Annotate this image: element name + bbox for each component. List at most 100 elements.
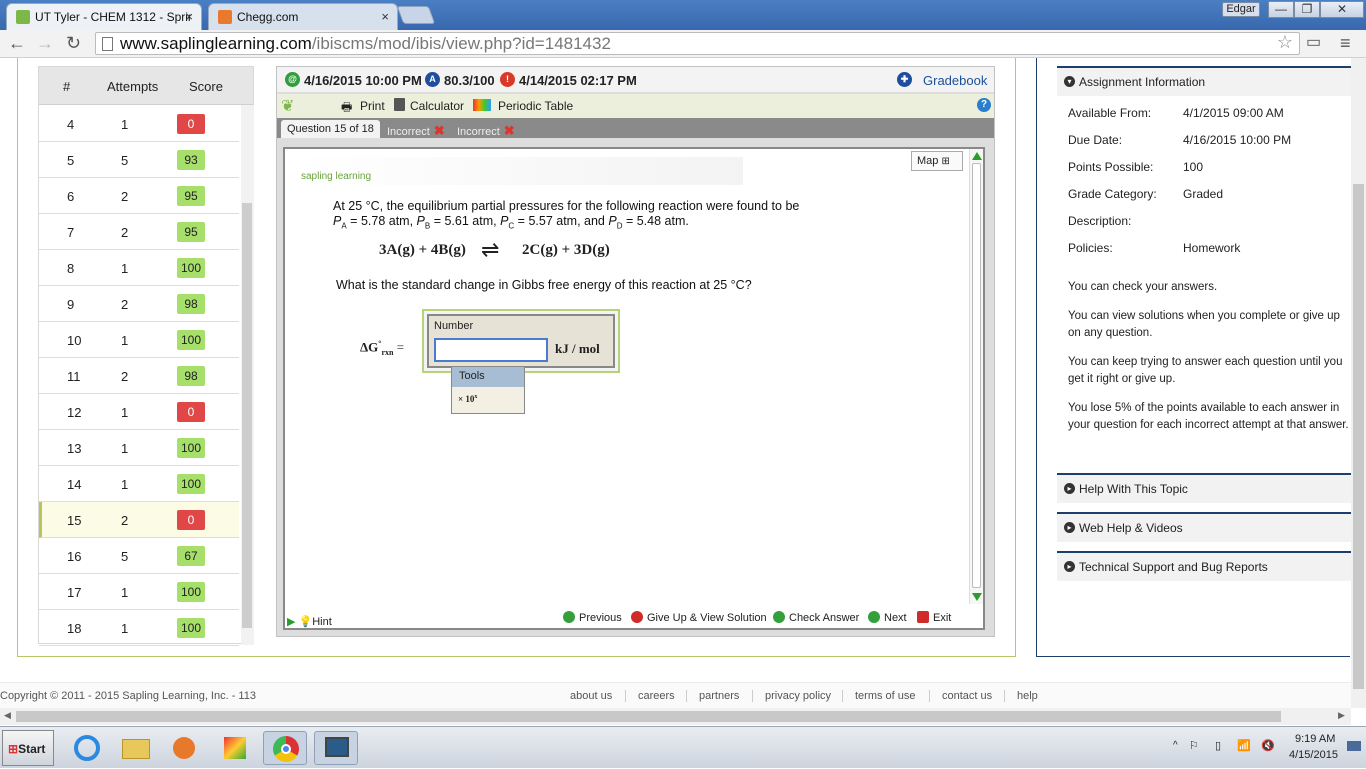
score-badge: 100 [177, 438, 205, 458]
score-row[interactable]: 15 2 0 [39, 502, 239, 538]
menu-icon[interactable]: ≡ [1340, 34, 1351, 52]
new-tab-button[interactable] [396, 6, 436, 24]
network-icon[interactable]: 📶 [1237, 739, 1251, 752]
help-icon[interactable]: ? [977, 98, 991, 112]
question-scrollbar[interactable] [969, 149, 983, 604]
cast-icon[interactable]: ▭ [1306, 34, 1321, 52]
close-window-button[interactable]: ✕ [1320, 1, 1364, 18]
score-row[interactable]: 17 1 100 [39, 574, 239, 610]
chrome-icon[interactable] [263, 731, 307, 765]
clock-time[interactable]: 9:19 AM [1295, 733, 1335, 745]
page-icon [102, 37, 113, 51]
close-tab-icon[interactable]: × [381, 9, 389, 24]
score-row[interactable]: 11 2 98 [39, 358, 239, 394]
browser-tab-bar: UT Tyler - CHEM 1312 - Sprir × Chegg.com… [0, 0, 1366, 30]
minimize-button[interactable]: — [1268, 1, 1294, 18]
web-help-section[interactable]: ▸ Web Help & Videos [1057, 512, 1351, 542]
giveup-button[interactable]: Give Up & View Solution [631, 611, 767, 624]
start-button[interactable]: ⊞Start [2, 730, 54, 766]
footer-link-partners[interactable]: partners [686, 690, 751, 702]
question-number: 14 [67, 477, 82, 492]
score-row[interactable]: 18 1 100 [39, 610, 239, 646]
reload-icon[interactable]: ↻ [66, 34, 81, 52]
footer-link-contact[interactable]: contact us [929, 690, 1004, 702]
next-button[interactable]: Next [868, 611, 907, 624]
scroll-thumb[interactable] [1353, 184, 1364, 689]
periodic-table-button[interactable]: Periodic Table [498, 99, 573, 113]
file-explorer-icon[interactable] [114, 731, 158, 765]
tab-ut-tyler[interactable]: UT Tyler - CHEM 1312 - Sprir × [6, 3, 202, 30]
exit-button[interactable]: Exit [917, 611, 951, 624]
gradebook-link[interactable]: Gradebook [923, 73, 987, 88]
help-topic-section[interactable]: ▸ Help With This Topic [1057, 473, 1351, 503]
score-row[interactable]: 10 1 100 [39, 322, 239, 358]
clock-date[interactable]: 4/15/2015 [1289, 749, 1338, 761]
media-player-icon[interactable] [162, 731, 206, 765]
gradebook-icon[interactable]: ✚ [897, 72, 912, 87]
scroll-thumb[interactable] [972, 163, 981, 588]
score-row[interactable]: 7 2 95 [39, 214, 239, 250]
calculator-button[interactable]: Calculator [410, 99, 464, 113]
play-icon: ▶ [287, 616, 296, 628]
print-button[interactable]: Print [360, 99, 385, 113]
score-row[interactable]: 13 1 100 [39, 430, 239, 466]
tab-attempt-2[interactable]: Incorrect ✖ [451, 120, 521, 138]
score-row[interactable]: 12 1 0 [39, 394, 239, 430]
volume-icon[interactable]: 🔇 [1261, 739, 1275, 752]
score-row[interactable]: 9 2 98 [39, 286, 239, 322]
close-tab-icon[interactable]: × [185, 9, 193, 24]
page-vertical-scrollbar[interactable] [1351, 58, 1366, 708]
show-desktop-icon[interactable] [1347, 741, 1361, 751]
score-row[interactable]: 8 1 100 [39, 250, 239, 286]
tech-support-section[interactable]: ▸ Technical Support and Bug Reports [1057, 551, 1351, 581]
back-arrow-icon[interactable]: ← [8, 34, 26, 52]
score-row[interactable]: 16 5 67 [39, 538, 239, 574]
forward-arrow-icon[interactable]: → [36, 34, 54, 52]
question-number: 11 [67, 369, 81, 384]
hint-button[interactable]: ▶ 💡Hint [287, 615, 332, 628]
scroll-down-icon[interactable] [972, 593, 982, 601]
scroll-up-icon[interactable] [972, 152, 982, 160]
battery-icon[interactable]: ▯ [1215, 739, 1221, 752]
footer-link-terms[interactable]: terms of use [842, 690, 928, 702]
score-row[interactable]: 4 1 0 [39, 106, 239, 142]
tab-current-question[interactable]: Question 15 of 18 [281, 120, 380, 138]
paint-icon[interactable] [214, 731, 258, 765]
footer-link-careers[interactable]: careers [625, 690, 687, 702]
answer-input[interactable] [434, 338, 548, 362]
check-answer-button[interactable]: Check Answer [773, 611, 859, 624]
score-row[interactable]: 5 5 93 [39, 142, 239, 178]
tools-box[interactable]: Tools × 10x [451, 366, 525, 414]
assignment-info-header[interactable]: ▾ Assignment Information [1057, 66, 1351, 96]
scroll-left-icon[interactable]: ◀ [4, 710, 11, 721]
page-horizontal-scrollbar[interactable]: ◀ ▶ [0, 708, 1351, 725]
tab-attempt-1[interactable]: Incorrect ✖ [381, 120, 451, 138]
score-badge: 100 [177, 582, 205, 602]
sci-notation-button[interactable]: × 10x [458, 394, 477, 404]
print-icon: 🖶 [341, 100, 353, 114]
score-row[interactable]: 6 2 95 [39, 178, 239, 214]
action-center-icon[interactable]: ⚐ [1189, 739, 1199, 752]
bookmark-star-icon[interactable]: ☆ [1277, 32, 1293, 53]
scroll-right-icon[interactable]: ▶ [1338, 710, 1345, 721]
map-button[interactable]: Map ⊞ [911, 151, 963, 171]
scroll-thumb[interactable] [16, 711, 1281, 722]
answer-box: Number kJ / mol [422, 309, 620, 373]
address-bar[interactable]: www.saplinglearning.com/ibiscms/mod/ibis… [95, 32, 1300, 55]
previous-button[interactable]: Previous [563, 611, 622, 624]
footer-link-about[interactable]: about us [558, 690, 624, 702]
footer-link-help[interactable]: help [1004, 690, 1050, 702]
remote-desktop-icon[interactable] [314, 731, 358, 765]
system-tray: ^ ⚐ ▯ 📶 🔇 9:19 AM 4/15/2015 [1165, 727, 1365, 769]
internet-explorer-icon[interactable] [66, 731, 110, 765]
show-hidden-icon[interactable]: ^ [1173, 740, 1178, 751]
profile-button[interactable]: Edgar [1222, 2, 1260, 17]
tools-tab[interactable]: Tools [452, 367, 524, 387]
footer-link-privacy[interactable]: privacy policy [752, 690, 843, 702]
score-row[interactable]: 14 1 100 [39, 466, 239, 502]
maximize-button[interactable]: ❐ [1294, 1, 1320, 18]
score-badge: 100 [177, 618, 205, 638]
scroll-thumb[interactable] [242, 203, 252, 628]
score-scrollbar[interactable] [241, 105, 254, 645]
tab-chegg[interactable]: Chegg.com × [208, 3, 398, 30]
